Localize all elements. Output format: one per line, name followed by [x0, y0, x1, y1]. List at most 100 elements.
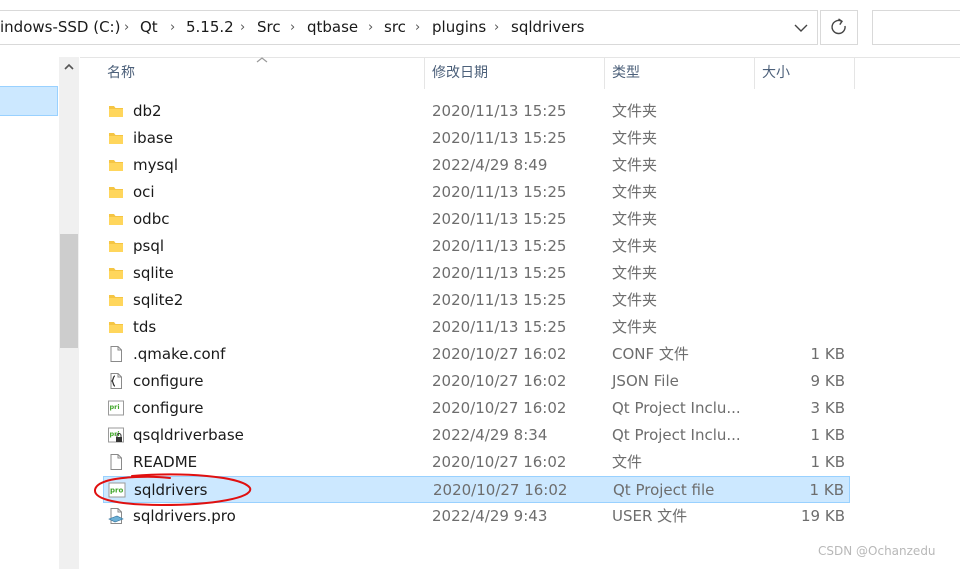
- breadcrumb-separator-icon[interactable]: ›: [170, 11, 175, 44]
- breadcrumb-separator-icon[interactable]: ›: [290, 11, 295, 44]
- column-divider[interactable]: [754, 57, 755, 89]
- breadcrumb-separator-icon[interactable]: ›: [368, 11, 373, 44]
- file-row[interactable]: psql 2020/11/13 15:25 文件夹: [103, 233, 850, 260]
- folder-icon: [109, 106, 123, 117]
- file-type: Qt Project Inclu...: [612, 399, 741, 417]
- sort-ascending-icon: [256, 57, 268, 63]
- file-name: odbc: [133, 210, 170, 228]
- file-row[interactable]: odbc 2020/11/13 15:25 文件夹: [103, 206, 850, 233]
- column-header-size[interactable]: 大小: [762, 57, 790, 89]
- file-size: 1 KB: [810, 345, 845, 363]
- file-row[interactable]: configure 2020/10/27 16:02 JSON File 9 KB: [103, 368, 850, 395]
- file-row[interactable]: pri configure 2020/10/27 16:02 Qt Project I…: [103, 395, 850, 422]
- file-name: ibase: [133, 129, 173, 147]
- breadcrumb-src[interactable]: Src: [257, 11, 281, 44]
- file-row[interactable]: sqlite 2020/11/13 15:25 文件夹: [103, 260, 850, 287]
- file-modified-date: 2022/4/29 8:49: [432, 156, 548, 174]
- folder-icon: [109, 187, 123, 198]
- navigation-pane: [0, 57, 80, 569]
- file-type: 文件夹: [612, 183, 658, 201]
- breadcrumb-separator-icon[interactable]: ›: [494, 11, 499, 44]
- breadcrumb-separator-icon[interactable]: ›: [240, 11, 245, 44]
- address-history-dropdown[interactable]: [786, 11, 816, 44]
- file-name: sqlite2: [133, 291, 184, 309]
- user-file-icon: [108, 508, 124, 524]
- address-bar[interactable]: indows-SSD (C:) › Qt › 5.15.2 › Src › qt…: [0, 10, 818, 45]
- file-type: 文件夹: [612, 156, 658, 174]
- file-type: Qt Project file: [613, 481, 715, 499]
- file-modified-date: 2020/11/13 15:25: [432, 264, 567, 282]
- folder-icon: [109, 160, 123, 171]
- file-modified-date: 2020/11/13 15:25: [432, 129, 567, 147]
- column-divider[interactable]: [854, 57, 855, 89]
- file-type: 文件夹: [612, 129, 658, 147]
- file-row[interactable]: tds 2020/11/13 15:25 文件夹: [103, 314, 850, 341]
- chevron-down-icon: [794, 24, 808, 32]
- breadcrumb-src2[interactable]: src: [384, 11, 406, 44]
- nav-scrollbar-thumb[interactable]: [60, 234, 78, 348]
- file-name: sqlite: [133, 264, 174, 282]
- address-bar-area: indows-SSD (C:) › Qt › 5.15.2 › Src › qt…: [0, 0, 960, 58]
- column-divider[interactable]: [604, 57, 605, 89]
- file-size: 1 KB: [810, 453, 845, 471]
- file-row[interactable]: sqlite2 2020/11/13 15:25 文件夹: [103, 287, 850, 314]
- file-name: configure: [133, 372, 204, 390]
- breadcrumb-separator-icon[interactable]: ›: [415, 11, 420, 44]
- file-type: 文件夹: [612, 237, 658, 255]
- breadcrumb-drive[interactable]: indows-SSD (C:): [0, 11, 120, 44]
- file-size: 9 KB: [810, 372, 845, 390]
- breadcrumb-qtbase[interactable]: qtbase: [307, 11, 358, 44]
- file-type: Qt Project Inclu...: [612, 426, 741, 444]
- file-type: USER 文件: [612, 507, 688, 525]
- folder-icon: [109, 241, 123, 252]
- file-modified-date: 2022/4/29 9:43: [432, 507, 548, 525]
- file-type: CONF 文件: [612, 345, 689, 363]
- file-type: 文件夹: [612, 291, 658, 309]
- file-modified-date: 2020/11/13 15:25: [432, 291, 567, 309]
- file-name: psql: [133, 237, 165, 255]
- file-modified-date: 2020/10/27 16:02: [432, 399, 567, 417]
- file-modified-date: 2020/10/27 16:02: [432, 372, 567, 390]
- file-row[interactable]: mysql 2022/4/29 8:49 文件夹: [103, 152, 850, 179]
- file-type: 文件夹: [612, 102, 658, 120]
- scroll-up-button[interactable]: [59, 57, 79, 77]
- file-row[interactable]: ibase 2020/11/13 15:25 文件夹: [103, 125, 850, 152]
- file-type: 文件夹: [612, 210, 658, 228]
- file-modified-date: 2020/11/13 15:25: [432, 102, 567, 120]
- folder-icon: [109, 322, 123, 333]
- breadcrumb-sqldrivers[interactable]: sqldrivers: [511, 11, 584, 44]
- folder-icon: [109, 295, 123, 306]
- file-modified-date: 2020/11/13 15:25: [432, 318, 567, 336]
- file-row[interactable]: oci 2020/11/13 15:25 文件夹: [103, 179, 850, 206]
- file-name: configure: [133, 399, 204, 417]
- column-header-type[interactable]: 类型: [612, 57, 640, 89]
- refresh-icon: [831, 18, 846, 35]
- file-row[interactable]: .qmake.conf 2020/10/27 16:02 CONF 文件 1 KB: [103, 341, 850, 368]
- file-name: .qmake.conf: [133, 345, 226, 363]
- folder-icon: [109, 214, 123, 225]
- file-name: db2: [133, 102, 162, 120]
- watermark: CSDN @Ochanzedu: [818, 544, 936, 558]
- file-modified-date: 2022/4/29 8:34: [432, 426, 548, 444]
- pri-lock-file-icon: pri: [108, 427, 124, 443]
- column-divider[interactable]: [424, 57, 425, 89]
- breadcrumb-version[interactable]: 5.15.2: [186, 11, 234, 44]
- file-row[interactable]: db2 2020/11/13 15:25 文件夹: [103, 98, 850, 125]
- refresh-button[interactable]: [820, 10, 858, 45]
- json-file-icon: [110, 373, 122, 389]
- file-row[interactable]: pri qsqldriverbase 2022/4/29 8:34 Qt Projec…: [103, 422, 850, 449]
- column-header-name[interactable]: 名称: [107, 57, 135, 89]
- file-type: 文件夹: [612, 318, 658, 336]
- breadcrumb-plugins[interactable]: plugins: [432, 11, 486, 44]
- file-modified-date: 2020/11/13 15:25: [432, 183, 567, 201]
- search-input[interactable]: [872, 10, 960, 45]
- nav-selected-item[interactable]: [0, 86, 58, 116]
- breadcrumb-qt[interactable]: Qt: [140, 11, 158, 44]
- file-modified-date: 2020/11/13 15:25: [432, 237, 567, 255]
- column-header-date[interactable]: 修改日期: [432, 57, 488, 89]
- file-size: 19 KB: [801, 507, 845, 525]
- breadcrumb-separator-icon[interactable]: ›: [124, 11, 129, 44]
- file-size: 3 KB: [810, 399, 845, 417]
- file-size: 1 KB: [810, 426, 845, 444]
- file-size: 1 KB: [809, 481, 844, 499]
